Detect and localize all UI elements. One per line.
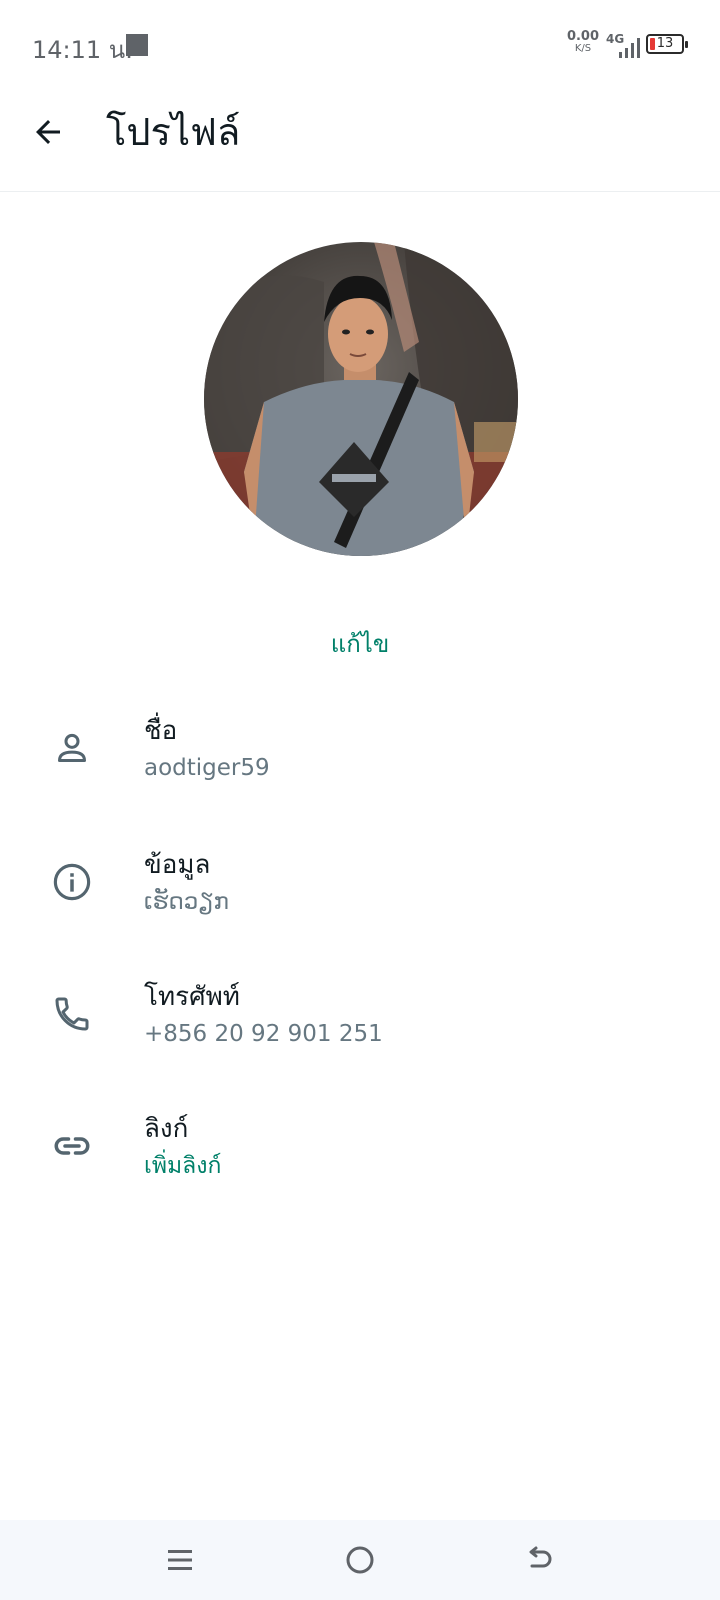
network-speed-unit: K/S	[574, 43, 592, 54]
edit-photo-link[interactable]: แก้ไข	[0, 624, 720, 663]
row-phone[interactable]: โทรศัพท์ +856 20 92 901 251	[0, 968, 720, 1078]
person-icon	[48, 724, 96, 772]
notification-icon	[126, 34, 148, 56]
profile-photo-image	[204, 242, 518, 556]
info-icon	[48, 858, 96, 906]
network-speed: 0.00 K/S	[566, 30, 600, 54]
page-title: โปรไฟล์	[106, 110, 241, 154]
nav-home-button[interactable]	[336, 1536, 384, 1584]
row-name[interactable]: ชื่อ aodtiger59	[0, 702, 720, 812]
battery-level: 13	[656, 36, 674, 51]
row-links-label: ลิงก์	[144, 1114, 189, 1144]
signal-bars-icon	[619, 38, 640, 58]
row-name-value: aodtiger59	[144, 755, 270, 781]
app-bar: โปรไฟล์	[0, 90, 720, 192]
row-name-label: ชื่อ	[144, 716, 178, 746]
add-link-button[interactable]: เพิ่มลิงก์	[144, 1150, 221, 1182]
network-speed-value: 0.00	[566, 29, 600, 44]
system-nav-bar	[0, 1520, 720, 1600]
profile-photo[interactable]	[204, 242, 518, 556]
arrow-left-icon	[36, 120, 60, 144]
status-bar: 14:11 น. 0.00 K/S 4G 13	[0, 0, 720, 90]
phone-icon	[48, 990, 96, 1038]
row-phone-label: โทรศัพท์	[144, 982, 240, 1012]
signal-indicator: 4G	[606, 32, 640, 58]
link-icon	[48, 1122, 96, 1170]
row-about[interactable]: ข้อมูล ເຮັດວຽກ	[0, 836, 720, 946]
row-about-label: ข้อมูล	[144, 850, 211, 880]
circle-icon	[346, 1546, 374, 1574]
back-button[interactable]	[24, 108, 72, 156]
back-arrow-icon	[529, 1546, 552, 1568]
row-phone-value: +856 20 92 901 251	[144, 1021, 383, 1047]
row-about-value: ເຮັດວຽກ	[144, 889, 229, 915]
menu-icon	[168, 1550, 192, 1570]
row-links[interactable]: ลิงก์ เพิ่มลิงก์	[0, 1100, 720, 1210]
nav-back-button[interactable]	[516, 1536, 564, 1584]
profile-screen: 14:11 น. 0.00 K/S 4G 13 โปรไฟล์ แก้ไข ชื…	[0, 0, 720, 1600]
status-time: 14:11 น.	[32, 36, 133, 64]
battery-icon: 13	[646, 34, 688, 54]
nav-recents-button[interactable]	[156, 1536, 204, 1584]
